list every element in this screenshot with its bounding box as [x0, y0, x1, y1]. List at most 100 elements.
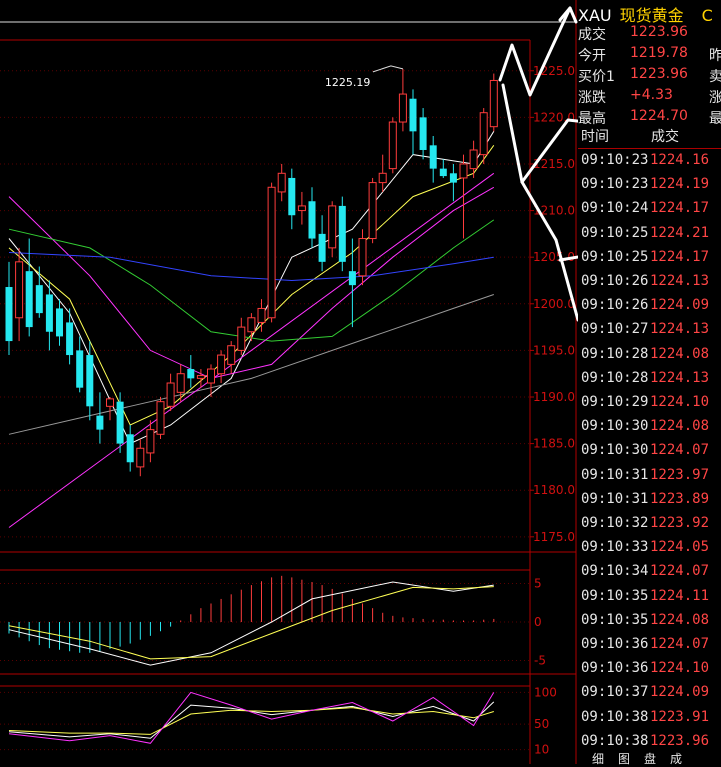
candle-body — [348, 271, 356, 286]
candle-body — [297, 205, 306, 212]
high-annotation-leader — [372, 65, 404, 73]
tick-price: 1224.13 — [650, 369, 710, 386]
quote-header: XAU 现货黄金 C — [578, 2, 713, 26]
tick-row[interactable]: 09:10:37 1224.09 — [578, 684, 721, 708]
tick-row[interactable]: 09:10:23 1224.16 — [578, 152, 721, 176]
tick-row[interactable]: 09:10:33 1224.05 — [578, 539, 721, 563]
candle-body — [308, 201, 316, 239]
tick-row[interactable]: 09:10:34 1224.07 — [578, 563, 721, 587]
tick-row[interactable]: 09:10:28 1224.13 — [578, 370, 721, 394]
tick-row[interactable]: 09:10:32 1223.92 — [578, 515, 721, 539]
candle-body — [217, 354, 226, 375]
price-tick-label: 1180.0 — [533, 483, 575, 497]
tick-time: 09:10:26 — [581, 297, 649, 314]
tick-time: 09:10:38 — [581, 708, 649, 725]
candle-body — [449, 173, 457, 183]
tick-row[interactable]: 09:10:38 1223.91 — [578, 709, 721, 733]
candle-body — [338, 205, 346, 262]
candle-body — [469, 149, 478, 170]
candle-body — [459, 163, 468, 179]
tick-price: 1224.21 — [650, 224, 710, 241]
tick-price: 1224.07 — [650, 563, 710, 580]
price-tick-label: 1200.0 — [533, 297, 575, 311]
tick-time: 09:10:24 — [581, 200, 649, 217]
price-tick-label: 1195.0 — [533, 343, 575, 357]
tick-row[interactable]: 09:10:27 1224.13 — [578, 321, 721, 345]
quote-right-label: 最 — [709, 111, 721, 127]
tick-price: 1223.89 — [650, 490, 710, 507]
candle-body — [166, 382, 175, 407]
tick-row[interactable]: 09:10:31 1223.89 — [578, 491, 721, 515]
symbol-name: 现货黄金 — [619, 6, 684, 25]
tick-price: 1224.05 — [650, 539, 710, 556]
candle-body — [398, 93, 407, 123]
candle-body — [196, 375, 205, 379]
tick-row[interactable]: 09:10:23 1224.19 — [578, 176, 721, 200]
tick-row[interactable]: 09:10:30 1224.08 — [578, 418, 721, 442]
macd-tick-label: 0 — [534, 615, 542, 629]
tick-row[interactable]: 09:10:28 1224.08 — [578, 346, 721, 370]
tick-header-price: 成交 — [651, 129, 679, 145]
candle-body — [136, 447, 145, 468]
candle-body — [257, 307, 266, 323]
tick-time: 09:10:34 — [581, 563, 649, 580]
candle-body — [207, 368, 215, 384]
price-chart[interactable]: 1225.01220.01215.01210.01205.01200.01195… — [0, 0, 578, 764]
candle-body — [86, 355, 94, 407]
quote-right-label: 涨 — [709, 90, 721, 106]
candle-body — [25, 271, 33, 328]
candle-body — [66, 322, 74, 356]
candle-body — [15, 261, 24, 319]
quote-label: 买价1 — [578, 69, 615, 85]
high-annotation-label: 1225.19 — [325, 76, 371, 89]
tick-time: 09:10:32 — [581, 515, 649, 531]
tick-row[interactable]: 09:10:29 1224.10 — [578, 394, 721, 418]
kdj-tick-label: 50 — [534, 717, 549, 731]
tick-time: 09:10:35 — [581, 611, 649, 628]
candle-body — [328, 205, 337, 249]
candle-body — [409, 98, 417, 132]
tick-row[interactable]: 09:10:36 1224.07 — [578, 636, 721, 660]
tick-price: 1224.13 — [650, 273, 710, 289]
tick-row[interactable]: 09:10:36 1224.10 — [578, 660, 721, 684]
tick-row[interactable]: 09:10:35 1224.08 — [578, 612, 721, 636]
tick-row[interactable]: 09:10:31 1223.97 — [578, 467, 721, 491]
tick-row[interactable]: 09:10:25 1224.21 — [578, 225, 721, 249]
tick-price: 1223.92 — [650, 515, 710, 531]
tick-time: 09:10:30 — [581, 442, 649, 459]
price-tick-label: 1175.0 — [533, 530, 575, 544]
tick-price: 1224.10 — [650, 660, 710, 677]
tick-price: 1224.07 — [650, 636, 710, 652]
quote-label: 最高 — [578, 111, 606, 127]
candle-body — [76, 350, 84, 388]
candle-body — [35, 285, 43, 314]
tick-price: 1224.09 — [650, 684, 710, 701]
tick-row[interactable]: 09:10:30 1224.07 — [578, 442, 721, 466]
quote-label: 成交 — [578, 27, 606, 43]
price-tick-label: 1185.0 — [533, 437, 575, 451]
tick-row[interactable]: 09:10:25 1224.17 — [578, 249, 721, 273]
candle-body — [106, 398, 114, 407]
tick-price: 1224.16 — [650, 152, 710, 168]
tick-price: 1224.09 — [650, 297, 710, 314]
tick-row[interactable]: 09:10:35 1224.11 — [578, 588, 721, 612]
quote-value: 1223.96 — [630, 24, 688, 40]
tick-price: 1224.17 — [650, 248, 710, 265]
candle-body — [368, 182, 377, 240]
quote-right-label: 昨 — [709, 48, 721, 64]
tick-row[interactable]: 09:10:26 1224.09 — [578, 297, 721, 321]
tick-time: 09:10:31 — [581, 466, 649, 483]
tick-time: 09:10:28 — [581, 345, 649, 362]
candle-body — [56, 308, 63, 337]
quote-right-label: 卖 — [709, 69, 721, 85]
tick-price: 1224.19 — [650, 176, 710, 193]
panel-tabs: 细图盘成 — [578, 750, 721, 766]
tick-time: 09:10:25 — [581, 224, 649, 241]
price-tick-label: 1220.0 — [533, 110, 575, 124]
tick-row[interactable]: 09:10:26 1224.13 — [578, 273, 721, 297]
tick-time: 09:10:36 — [581, 660, 649, 677]
candle-body — [277, 172, 286, 193]
tick-row[interactable]: 09:10:24 1224.17 — [578, 200, 721, 224]
candle-body — [96, 415, 104, 430]
price-tick-label: 1190.0 — [533, 390, 575, 404]
